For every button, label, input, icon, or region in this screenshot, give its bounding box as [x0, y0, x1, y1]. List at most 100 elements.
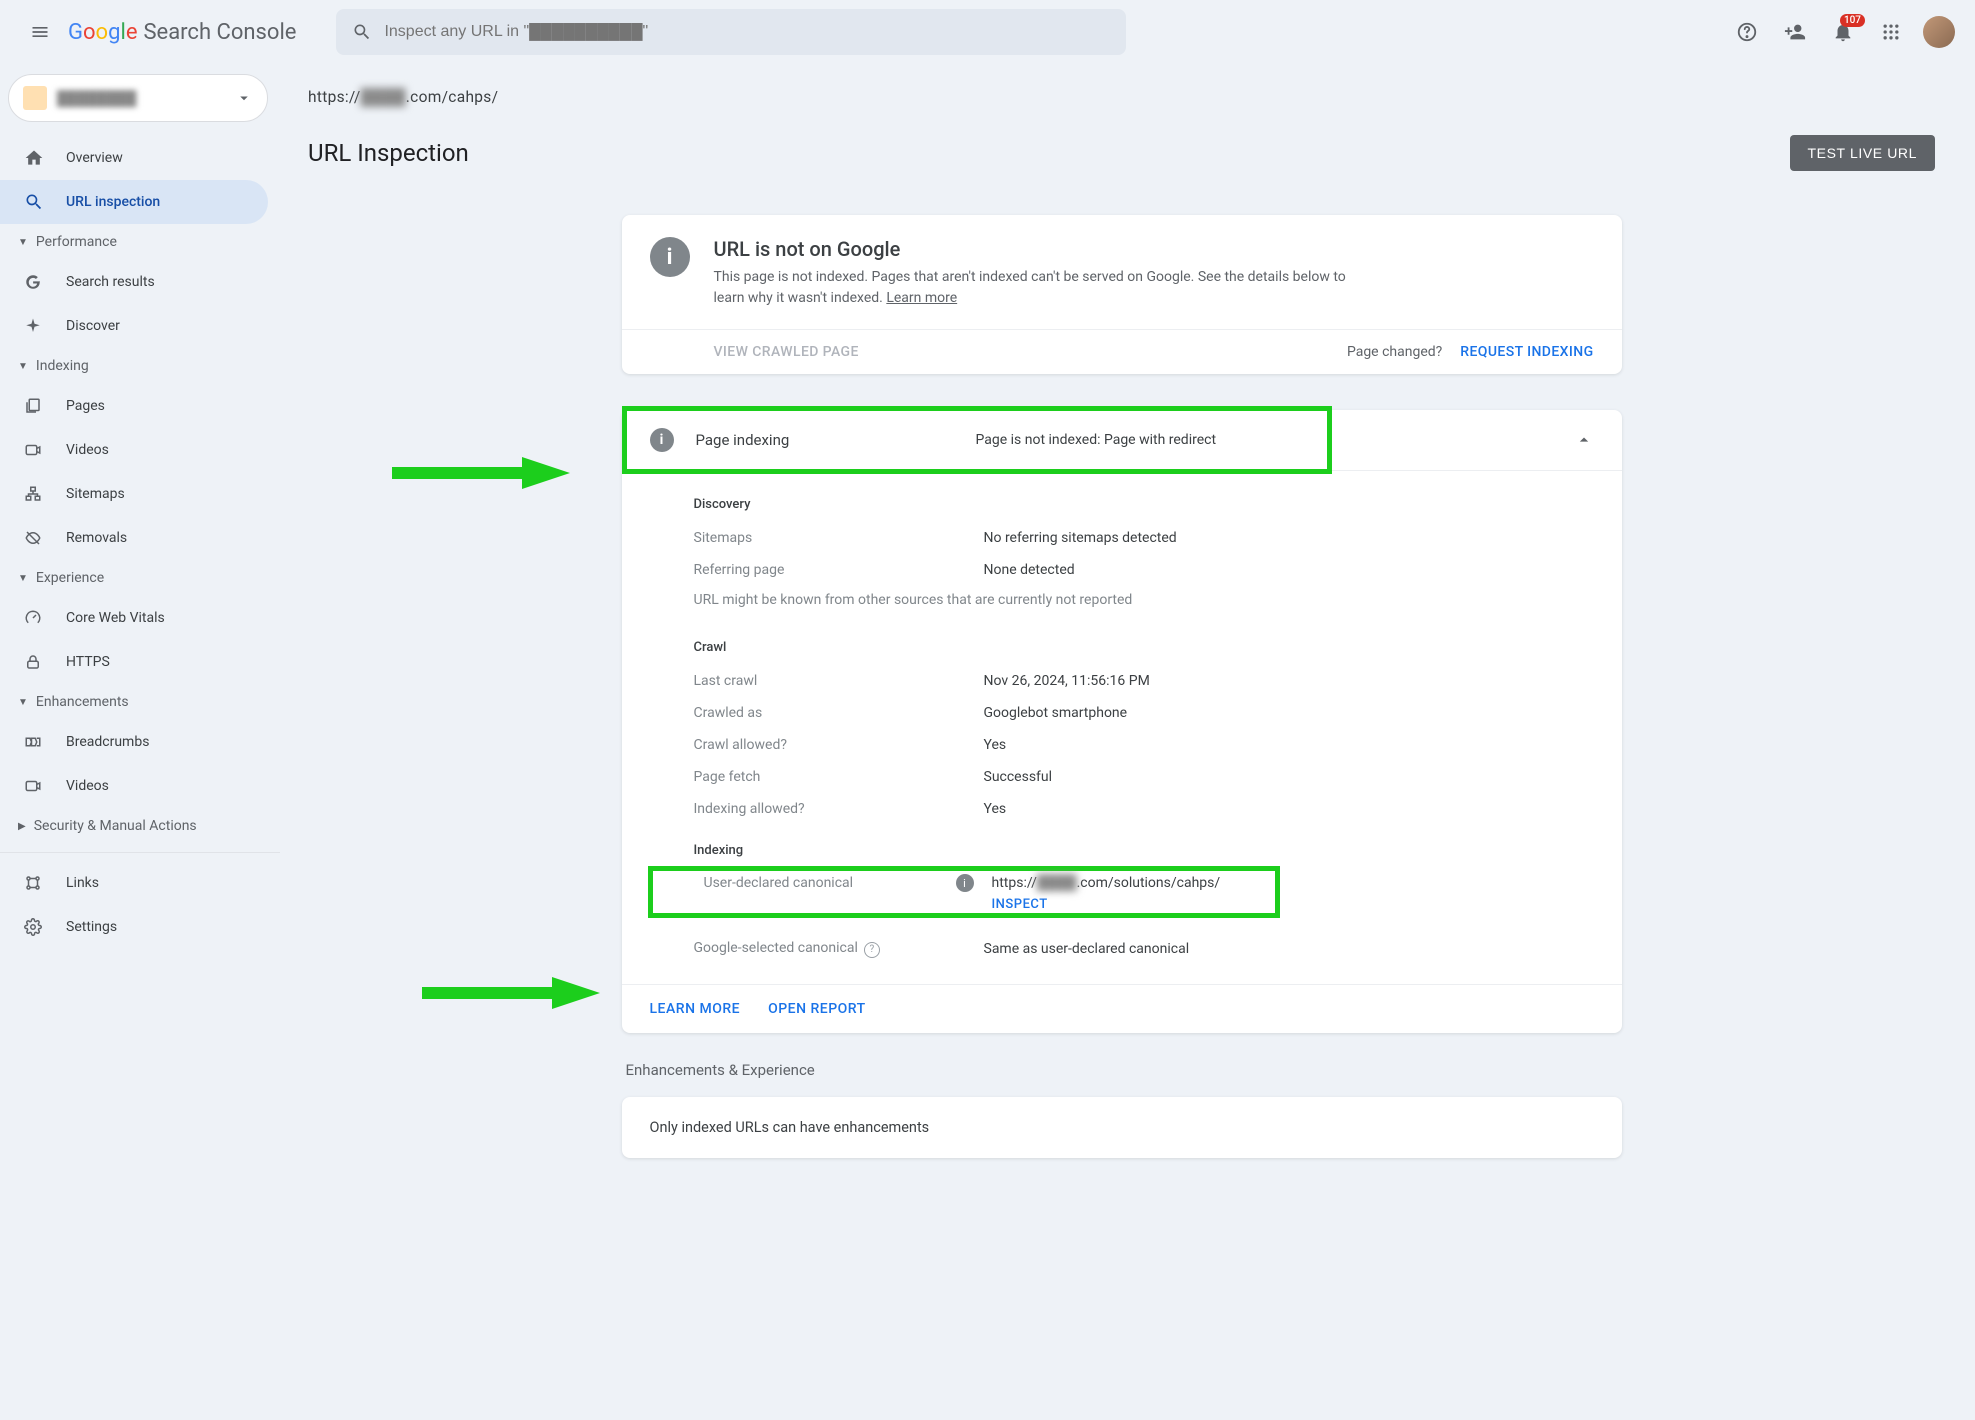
person-add-icon — [1784, 21, 1806, 43]
property-icon — [23, 86, 47, 110]
video-icon — [24, 441, 42, 459]
links-icon — [24, 874, 42, 892]
inspect-canonical-button[interactable]: INSPECT — [992, 897, 1221, 912]
sidebar-item-label: URL inspection — [66, 194, 160, 210]
breadcrumbs-icon — [24, 733, 42, 751]
sidebar-section-experience[interactable]: ▼Experience — [0, 560, 280, 596]
kv-indexing-allowed: Indexing allowed?Yes — [694, 793, 1594, 825]
sidebar-item-label: Videos — [66, 442, 109, 458]
sidebar-item-core-web-vitals[interactable]: Core Web Vitals — [0, 596, 268, 640]
search-icon — [24, 192, 44, 212]
sidebar-item-label: Search results — [66, 274, 155, 290]
sidebar-item-sitemaps[interactable]: Sitemaps — [0, 472, 268, 516]
discovery-group-title: Discovery — [694, 497, 1594, 512]
apps-grid-icon — [1881, 22, 1901, 42]
sidebar-section-indexing[interactable]: ▼Indexing — [0, 348, 280, 384]
chevron-up-icon — [1574, 430, 1594, 450]
page-title: URL Inspection — [308, 139, 469, 167]
page-indexing-value: Page is not indexed: Page with redirect — [976, 432, 1574, 448]
notifications-button[interactable]: 107 — [1823, 12, 1863, 52]
sidebar-item-url-inspection[interactable]: URL inspection — [0, 180, 268, 224]
sidebar-item-overview[interactable]: Overview — [0, 136, 268, 180]
sidebar-item-search-results[interactable]: Search results — [0, 260, 268, 304]
enhancements-message: Only indexed URLs can have enhancements — [650, 1119, 930, 1136]
search-icon — [352, 22, 372, 42]
property-selector[interactable]: ████████ — [8, 74, 268, 122]
main-content: https://████.com/cahps/ URL Inspection T… — [280, 64, 1975, 1420]
test-live-url-button[interactable]: TEST LIVE URL — [1790, 135, 1935, 171]
sidebar-item-label: Discover — [66, 318, 120, 334]
sidebar-item-discover[interactable]: Discover — [0, 304, 268, 348]
info-icon: i — [650, 237, 690, 277]
page-indexing-header[interactable]: i Page indexing Page is not indexed: Pag… — [622, 410, 1622, 470]
sidebar-item-label: Settings — [66, 919, 117, 935]
learn-more-button[interactable]: LEARN MORE — [650, 1001, 741, 1017]
url-inspect-search[interactable] — [336, 9, 1126, 55]
sidebar-item-label: HTTPS — [66, 654, 110, 670]
hamburger-menu-button[interactable] — [16, 8, 64, 56]
google-g-icon — [24, 273, 42, 291]
help-icon[interactable]: ? — [864, 942, 880, 958]
account-button[interactable] — [1919, 12, 1959, 52]
inspected-url: https://████.com/cahps/ — [308, 76, 1935, 135]
sidebar-item-https[interactable]: HTTPS — [0, 640, 268, 684]
speed-icon — [24, 609, 42, 627]
sidebar-item-label: Core Web Vitals — [66, 610, 165, 626]
help-button[interactable] — [1727, 12, 1767, 52]
sidebar: ████████ Overview URL inspection ▼Perfor… — [0, 64, 280, 1420]
index-status-description: This page is not indexed. Pages that are… — [714, 267, 1354, 309]
kv-crawled-as: Crawled asGooglebot smartphone — [694, 697, 1594, 729]
enhancements-card: Only indexed URLs can have enhancements — [622, 1097, 1622, 1158]
info-icon[interactable]: i — [956, 874, 974, 892]
sidebar-section-performance[interactable]: ▼Performance — [0, 224, 280, 260]
request-indexing-button[interactable]: REQUEST INDEXING — [1460, 344, 1593, 360]
page-indexing-card: i Page indexing Page is not indexed: Pag… — [622, 410, 1622, 1033]
sidebar-section-enhancements[interactable]: ▼Enhancements — [0, 684, 280, 720]
enhancements-header: Enhancements & Experience — [626, 1061, 1622, 1079]
lock-icon — [24, 653, 42, 671]
notification-badge: 107 — [1840, 14, 1865, 27]
kv-sitemaps: Sitemaps No referring sitemaps detected — [694, 522, 1594, 554]
sidebar-item-pages[interactable]: Pages — [0, 384, 268, 428]
page-changed-label: Page changed? — [1347, 344, 1442, 360]
sidebar-item-settings[interactable]: Settings — [0, 905, 268, 949]
home-icon — [24, 148, 44, 168]
sidebar-section-security[interactable]: ▶Security & Manual Actions — [0, 808, 280, 844]
people-button[interactable] — [1775, 12, 1815, 52]
sidebar-item-label: Sitemaps — [66, 486, 125, 502]
view-crawled-page-button[interactable]: VIEW CRAWLED PAGE — [650, 344, 859, 360]
sidebar-item-videos-enh[interactable]: Videos — [0, 764, 268, 808]
sidebar-item-videos[interactable]: Videos — [0, 428, 268, 472]
sitemap-icon — [24, 485, 42, 503]
apps-button[interactable] — [1871, 12, 1911, 52]
sidebar-item-label: Removals — [66, 530, 127, 546]
brand-suffix: Search Console — [143, 20, 296, 45]
kv-crawl-allowed: Crawl allowed?Yes — [694, 729, 1594, 761]
sidebar-item-label: Overview — [66, 150, 123, 166]
discover-icon — [24, 317, 42, 335]
sidebar-item-links[interactable]: Links — [0, 861, 268, 905]
sidebar-item-label: Links — [66, 875, 99, 891]
chevron-down-icon — [235, 89, 253, 107]
kv-page-fetch: Page fetchSuccessful — [694, 761, 1594, 793]
sidebar-item-label: Breadcrumbs — [66, 734, 149, 750]
gear-icon — [24, 918, 42, 936]
kv-user-canonical: User-declared canonical i https://████.c… — [694, 868, 1594, 918]
indexing-group-title: Indexing — [694, 843, 1594, 858]
index-status-card: i URL is not on Google This page is not … — [622, 215, 1622, 374]
sidebar-item-breadcrumbs[interactable]: Breadcrumbs — [0, 720, 268, 764]
brand-logo[interactable]: Google Search Console — [68, 20, 296, 45]
discovery-note: URL might be known from other sources th… — [694, 586, 1594, 622]
video-icon — [24, 777, 42, 795]
sidebar-item-removals[interactable]: Removals — [0, 516, 268, 560]
sidebar-item-label: Pages — [66, 398, 105, 414]
learn-more-link[interactable]: Learn more — [886, 290, 957, 306]
sidebar-item-label: Videos — [66, 778, 109, 794]
open-report-button[interactable]: OPEN REPORT — [768, 1001, 866, 1017]
kv-referring-page: Referring page None detected — [694, 554, 1594, 586]
info-icon: i — [650, 428, 674, 452]
annotation-arrow-1 — [392, 453, 572, 493]
crawl-group-title: Crawl — [694, 640, 1594, 655]
url-inspect-input[interactable] — [384, 23, 1110, 41]
annotation-arrow-2 — [422, 973, 602, 1013]
